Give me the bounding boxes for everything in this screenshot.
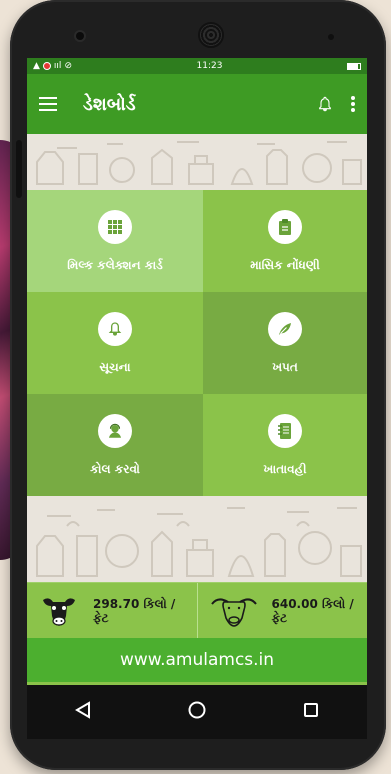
tile-label: સૂચના [99,359,131,374]
back-icon[interactable] [75,701,91,723]
ledger-icon [268,413,302,448]
leaf-icon [268,311,302,346]
record-icon [42,62,51,70]
status-time: 11:23 [196,61,223,71]
more-options-icon[interactable] [351,96,355,112]
tile-notice[interactable]: સૂચના [27,292,203,394]
tile-consumption[interactable]: ખપત [203,292,367,394]
app-screen: ▲ ııl ⊘ 11:23 ડેશબોર્ડ મિલ્ક કલેક્શન કાર… [27,58,367,685]
earpiece-speaker [198,22,224,48]
tile-label: ખપત [272,359,298,374]
sync-icon: ⊘ [64,61,72,71]
home-icon[interactable] [187,700,207,724]
tile-label: માસિક નોંધણી [250,257,320,272]
phone-top-bezel [10,0,386,58]
status-left: ▲ ııl ⊘ [33,61,72,71]
front-camera [76,32,84,40]
page-title: ડેશબોર્ડ [83,93,136,115]
app-bar: ડેશબોર્ડ [27,74,367,134]
dairy-pattern-banner-bottom [27,496,367,582]
cow-stat-value: 298.70 કિલો / ફેટ [93,597,175,625]
menu-icon[interactable] [39,97,57,111]
buffalo-stat-unit: ફેટ [271,610,288,625]
notification-bell-icon[interactable] [317,95,333,113]
grid-icon [98,209,132,244]
cow-stat-unit: ફેટ [93,610,109,625]
support-agent-icon [98,413,132,448]
tile-monthly-register[interactable]: માસિક નોંધણી [203,190,367,292]
recents-icon[interactable] [303,702,319,722]
buffalo-icon [210,597,257,627]
buffalo-stat-value: 640.00 કિલો / ફેટ [272,597,354,625]
network-icon: ııl [53,61,62,71]
clipboard-icon [268,209,302,244]
proximity-sensor [328,34,334,40]
cow-stat: 298.70 કિલો / ફેટ [27,583,198,638]
cow-stat-amount: 298.70 કિલો / [93,596,176,611]
tile-milk-collection-card[interactable]: મિલ્ક કલેક્શન કાર્ડ [27,190,203,292]
battery-icon [346,62,361,70]
status-bar: ▲ ııl ⊘ 11:23 [27,58,367,74]
tile-ledger[interactable]: ખાતાવહી [203,394,367,496]
signal-icon: ▲ [33,61,40,71]
buffalo-stat-amount: 640.00 કિલો / [271,596,354,611]
buffalo-stat: 640.00 કિલો / ફેટ [198,583,368,638]
stats-bar: 298.70 કિલો / ફેટ 640.00 કિલો / ફેટ [27,582,367,638]
android-nav-bar [27,685,367,739]
cow-icon [43,597,75,626]
tile-label: કોલ કરવો [90,461,140,476]
tile-call[interactable]: કોલ કરવો [27,394,203,496]
tile-label: મિલ્ક કલેક્શન કાર્ડ [67,257,163,272]
tile-label: ખાતાવહી [263,461,307,476]
bell-icon [98,311,132,346]
website-link[interactable]: www.amulamcs.in [27,638,367,682]
dashboard-grid: મિલ્ક કલેક્શન કાર્ડ માસિક નોંધણી સૂચના ખ… [27,190,367,496]
volume-button [16,140,22,198]
dairy-pattern-banner-top [27,134,367,190]
